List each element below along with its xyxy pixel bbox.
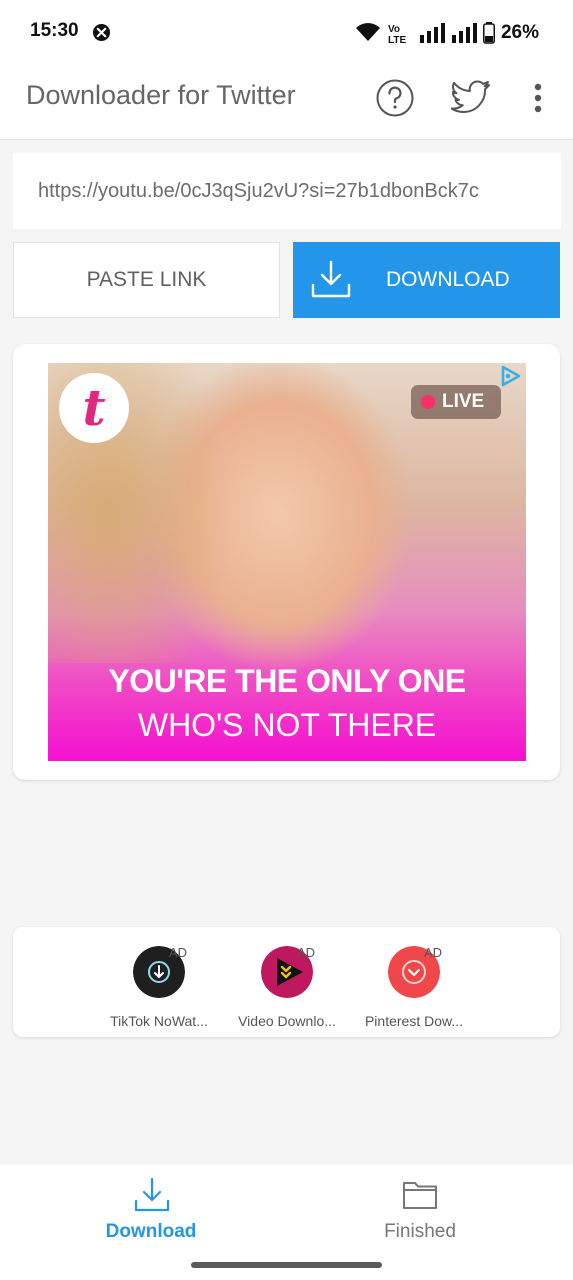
overflow-menu-button[interactable]: [516, 76, 560, 120]
paste-link-button[interactable]: PASTE LINK: [13, 242, 280, 318]
notification-icon: [92, 23, 111, 42]
twitter-bird-icon: [451, 80, 490, 113]
promo-ad-badge: AD: [424, 945, 443, 960]
ad-banner-card: t LIVE YOU'RE THE ONLY ONE WHO'S NOT THE…: [13, 344, 560, 780]
help-button[interactable]: [373, 76, 417, 120]
download-icon: [311, 260, 351, 298]
promo-app-label: Video Downlo...: [238, 1013, 336, 1029]
ad-logo-letter: t: [82, 378, 106, 437]
ad-image[interactable]: t LIVE YOU'RE THE ONLY ONE WHO'S NOT THE…: [48, 363, 526, 761]
twitter-button[interactable]: [449, 76, 493, 120]
promo-app-label: TikTok NoWat...: [110, 1013, 208, 1029]
promo-app-video-downloader[interactable]: AD Video Downlo...: [223, 927, 351, 1037]
battery-percent: 26%: [500, 22, 539, 43]
home-indicator[interactable]: [191, 1262, 382, 1268]
live-label: LIVE: [442, 391, 485, 412]
volte-icon: Vo LTE: [388, 24, 406, 44]
app-title: Downloader for Twitter: [26, 80, 296, 110]
svg-text:LTE: LTE: [388, 35, 406, 44]
svg-text:Vo: Vo: [388, 24, 400, 35]
ad-choices-icon[interactable]: [498, 363, 524, 389]
wifi-icon: [355, 23, 380, 41]
signal-icon: [451, 23, 477, 43]
help-icon: [376, 79, 414, 117]
ad-app-logo: t: [59, 373, 129, 443]
download-button[interactable]: DOWNLOAD: [293, 242, 560, 318]
ad-headline-line1: YOU'RE THE ONLY ONE: [108, 663, 466, 699]
promo-app-label: Pinterest Dow...: [364, 1013, 464, 1029]
promo-app-pinterest[interactable]: AD Pinterest Dow...: [350, 927, 478, 1037]
download-icon: [134, 1177, 170, 1212]
download-label: DOWNLOAD: [386, 268, 510, 291]
live-dot-icon: [421, 395, 435, 409]
promo-app-tiktok[interactable]: AD TikTok NoWat...: [95, 927, 223, 1037]
live-badge: LIVE: [411, 385, 501, 419]
nav-tab-download[interactable]: Download: [8, 1165, 294, 1265]
paste-link-label: PASTE LINK: [86, 268, 207, 291]
battery-icon: [482, 22, 495, 44]
status-time: 15:30: [30, 20, 79, 41]
status-bar: 15:30 Vo LTE 26%: [0, 0, 573, 62]
nav-label-finished: Finished: [384, 1221, 456, 1242]
overflow-menu-icon: [534, 83, 542, 113]
app-bar: Downloader for Twitter: [0, 62, 573, 140]
promo-ad-badge: AD: [297, 945, 316, 960]
url-input[interactable]: [13, 153, 561, 229]
promo-ad-badge: AD: [169, 945, 188, 960]
folder-icon: [403, 1182, 437, 1209]
nav-tab-finished[interactable]: Finished: [277, 1165, 563, 1265]
nav-label-download: Download: [105, 1221, 197, 1242]
ad-headline-line2: WHO'S NOT THERE: [137, 707, 437, 743]
status-icons: Vo LTE 26%: [355, 19, 539, 47]
signal-icon: [419, 23, 445, 43]
promo-apps-card: AD TikTok NoWat... AD Video Downlo... AD…: [13, 927, 560, 1037]
